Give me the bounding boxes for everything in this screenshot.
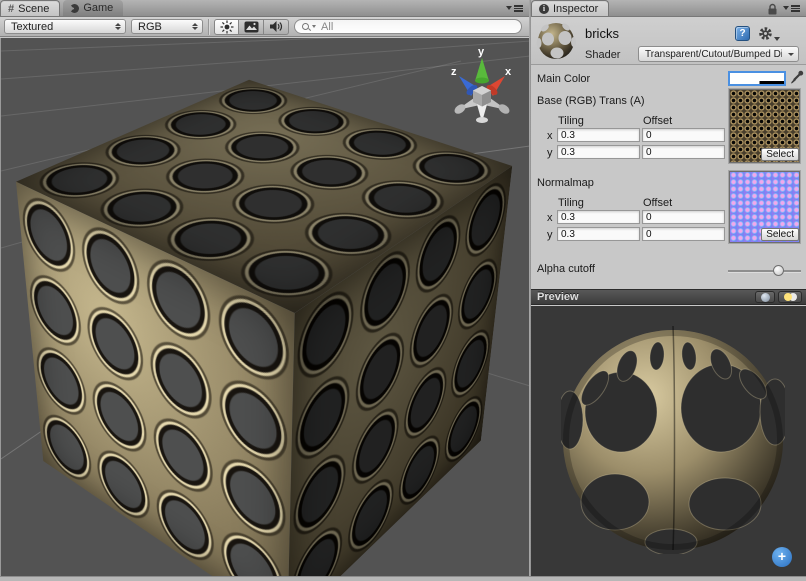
slider-track [728,270,801,272]
normal-y-label: y [547,229,553,241]
context-menu-button[interactable] [758,26,780,41]
base-select-button[interactable]: Select [761,148,799,161]
material-preview-sphere[interactable] [561,322,785,554]
inspector-panel-menu-icon[interactable] [783,5,800,12]
tab-inspector[interactable]: i Inspector [531,0,609,16]
main-color-swatch[interactable] [728,71,786,86]
tab-game[interactable]: Game [63,0,123,16]
render-mode-dropdown[interactable]: Textured [4,19,126,34]
scene-viewport[interactable]: y x z [0,38,529,576]
base-map-label: Base (RGB) Trans (A) [537,95,645,107]
offset-header: Offset [643,115,672,127]
normalmap-select-button[interactable]: Select [761,228,799,241]
search-filter-chevron-icon [312,25,316,28]
normal-offset-y-input[interactable] [642,227,725,241]
preview-mesh-button[interactable] [755,291,775,303]
base-offset-y-input[interactable] [642,145,725,159]
channel-mode-value: RGB [138,21,162,33]
tab-scene-label: Scene [18,3,49,15]
alpha-cutoff-handle[interactable] [773,265,784,276]
toolbar-separator [208,19,209,35]
normalmap-thumbnail[interactable]: Select [729,171,800,243]
shader-value: Transparent/Cutout/Bumped Diff [645,49,782,60]
unity-editor-window: # Scene Game Textured RGB [0,0,806,581]
preview-light-button[interactable] [778,291,802,303]
material-header: bricks Shader Transparent/Cutout/Bumped … [531,17,806,65]
normalmap-label: Normalmap [537,177,594,189]
scene-panel: # Scene Game Textured RGB [0,0,529,576]
skybox-toggle-button[interactable] [239,19,264,35]
preview-title: Preview [537,291,752,303]
lock-icon[interactable] [767,3,778,15]
normal-x-label: x [547,212,553,224]
scene-object-cube[interactable] [144,126,416,525]
base-tiling-y-input[interactable] [557,145,640,159]
base-x-label: x [547,130,553,142]
inspector-tabstrip: i Inspector [531,0,806,17]
shader-label: Shader [585,49,620,61]
preview-area[interactable]: + [531,306,806,576]
search-input[interactable] [321,21,513,33]
game-icon [70,4,79,13]
search-icon [301,22,310,32]
tab-inspector-label: Inspector [553,3,598,15]
scene-grid-icon: # [8,3,14,15]
scene-toolbar: Textured RGB [0,17,529,37]
image-icon [244,21,259,33]
normal-tiling-y-input[interactable] [557,227,640,241]
preview-header[interactable]: Preview [531,289,806,305]
tab-game-label: Game [83,2,113,14]
inspector-panel: i Inspector [531,0,806,576]
base-y-label: y [547,147,553,159]
orientation-gizmo[interactable]: y x z [447,44,517,124]
normal-tiling-x-input[interactable] [557,210,640,224]
gizmo-y-label: y [478,46,485,58]
main-color-label: Main Color [537,73,590,85]
scene-tabstrip: # Scene Game [0,0,529,17]
sphere-icon [761,293,770,302]
eyedropper-icon[interactable] [790,70,804,85]
lighting-toggle-button[interactable] [214,19,239,35]
sun-icon [220,20,234,34]
light-on-icon [784,293,792,301]
window-bottom-edge [0,576,806,581]
gizmo-z-label: z [451,66,457,78]
material-properties: Main Color Base (RGB) Trans (A) Select T… [531,65,806,289]
gear-icon [758,26,773,41]
alpha-strip [730,81,784,84]
shader-dropdown[interactable]: Transparent/Cutout/Bumped Diff [638,46,799,62]
add-preview-button[interactable]: + [772,547,792,567]
gizmo-y-axis[interactable] [475,58,489,84]
speaker-icon [269,20,283,33]
alpha-cutoff-slider[interactable] [728,265,801,277]
material-name[interactable]: bricks [585,26,619,41]
offset-header-2: Offset [643,197,672,209]
base-tiling-x-input[interactable] [557,128,640,142]
render-mode-value: Textured [11,21,53,33]
channel-mode-dropdown[interactable]: RGB [131,19,203,34]
scene-toggle-group [214,19,289,35]
tab-scene[interactable]: # Scene [0,0,60,16]
tiling-header: Tiling [558,115,584,127]
base-texture-thumbnail[interactable]: Select [729,89,800,163]
material-preview-ball-icon [536,21,576,61]
base-offset-x-input[interactable] [642,128,725,142]
help-icon[interactable]: ? [735,26,750,41]
normal-offset-x-input[interactable] [642,210,725,224]
tiling-header-2: Tiling [558,197,584,209]
gizmo-x-label: x [505,66,512,78]
scene-panel-menu-icon[interactable] [506,5,523,12]
inspector-info-icon: i [539,4,549,14]
scene-search-field[interactable] [294,19,522,34]
gear-chevron-icon [774,37,780,41]
audio-toggle-button[interactable] [264,19,289,35]
alpha-cutoff-label: Alpha cutoff [537,263,595,275]
